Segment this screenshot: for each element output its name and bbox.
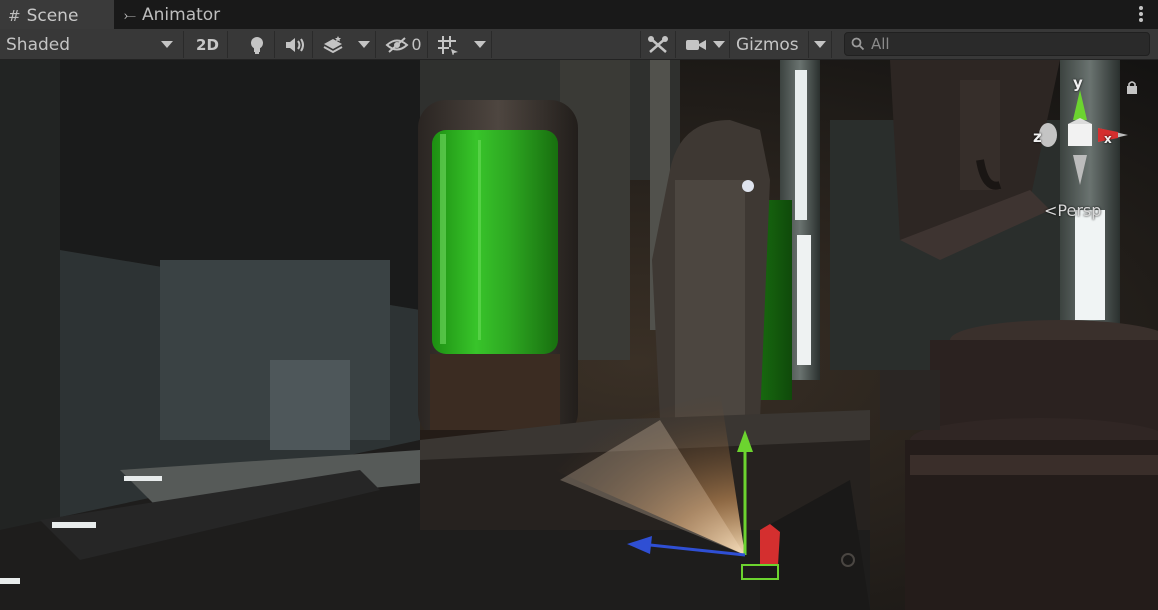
tools-icon: [648, 35, 668, 53]
projection-label: Persp: [1057, 201, 1102, 220]
scene-toolbar: Shaded 2D 0 Gizmos All: [0, 29, 1158, 60]
tab-scene[interactable]: # Scene: [0, 0, 114, 29]
chevron-down-icon: [357, 41, 370, 48]
2d-toggle-button[interactable]: 2D: [188, 31, 228, 58]
tab-animator-label: Animator: [142, 4, 221, 25]
search-input[interactable]: [871, 35, 1141, 53]
lock-icon[interactable]: [1126, 80, 1138, 94]
audio-toggle-button[interactable]: [277, 31, 313, 58]
axis-z-label: z: [1033, 128, 1042, 146]
chevron-down-icon: [161, 41, 173, 48]
more-options-icon[interactable]: [1138, 4, 1144, 24]
2d-label: 2D: [196, 35, 219, 54]
gizmos-label: Gizmos: [736, 34, 799, 55]
eye-slash-icon: [385, 36, 409, 53]
scene-visibility-toggle-button[interactable]: 0: [380, 31, 428, 58]
effects-dropdown-button[interactable]: [352, 31, 376, 58]
lightbulb-icon: [250, 36, 263, 54]
grid-toggle-button[interactable]: [431, 31, 465, 58]
shading-mode-dropdown[interactable]: Shaded: [0, 31, 184, 58]
animator-icon: ⤚: [124, 5, 137, 24]
grid-dropdown-button[interactable]: [468, 31, 492, 58]
scene-render: [0, 60, 1158, 610]
projection-toggle[interactable]: <Persp: [1044, 201, 1101, 220]
search-box[interactable]: [844, 32, 1150, 56]
hidden-count: 0: [411, 35, 422, 54]
effects-toggle-button[interactable]: [316, 31, 350, 58]
gizmos-dropdown-button[interactable]: [808, 31, 832, 58]
gizmos-button[interactable]: Gizmos: [734, 31, 806, 58]
chevron-down-icon: [473, 41, 486, 48]
camera-icon: [685, 39, 706, 50]
axis-x-label: x: [1104, 132, 1112, 146]
axis-y-label: y: [1073, 74, 1083, 92]
scene-viewport[interactable]: y z x <Persp: [0, 60, 1158, 610]
search-icon: [851, 37, 865, 51]
speaker-icon: [285, 37, 304, 52]
tools-button[interactable]: [640, 31, 676, 58]
grid-snap-icon: [438, 35, 458, 55]
tab-bar: # Scene ⤚ Animator: [0, 0, 1158, 29]
chevron-down-icon: [814, 41, 826, 48]
tab-animator[interactable]: ⤚ Animator: [118, 0, 248, 29]
shading-mode-label: Shaded: [6, 34, 71, 55]
chevron-left-icon: <: [1044, 201, 1058, 220]
grid-icon: #: [8, 6, 21, 25]
tab-scene-label: Scene: [26, 5, 79, 26]
camera-settings-button[interactable]: [680, 31, 730, 58]
lighting-toggle-button[interactable]: [239, 31, 275, 58]
chevron-down-icon: [712, 41, 725, 48]
effects-layers-icon: [323, 35, 343, 53]
